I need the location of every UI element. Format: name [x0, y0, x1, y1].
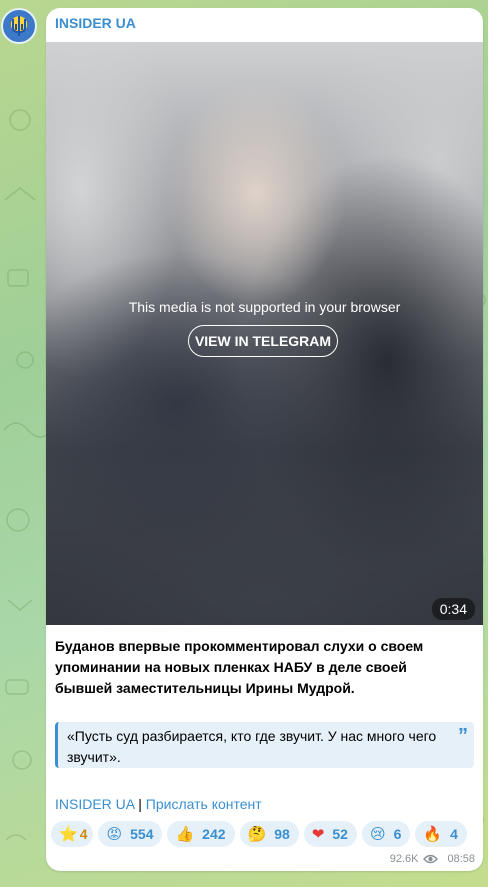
channel-link[interactable]: INSIDER UA	[55, 796, 134, 812]
submit-content-link[interactable]: Прислать контент	[146, 796, 262, 812]
eye-icon	[423, 854, 439, 864]
channel-name[interactable]: INSIDER UA	[55, 15, 136, 31]
unsupported-media-message: This media is not supported in your brow…	[128, 299, 401, 315]
reaction-count: 4	[450, 826, 458, 842]
reaction-angry[interactable]: 😡 554	[98, 821, 163, 847]
reaction-count: 554	[130, 826, 154, 842]
channel-avatar[interactable]	[1, 8, 37, 44]
message-time: 08:58	[447, 853, 475, 865]
reaction-count: 98	[274, 826, 290, 842]
post-text: Буданов впервые прокомментировал слухи о…	[55, 638, 424, 696]
fire-icon: 🔥	[423, 824, 443, 843]
reaction-count: 6	[393, 826, 402, 842]
reaction-crying[interactable]: 😢 6	[361, 821, 411, 847]
reaction-count: 4	[79, 826, 88, 842]
link-separator: |	[138, 796, 142, 812]
reaction-heart[interactable]: ❤ 52	[303, 821, 357, 847]
view-in-telegram-button[interactable]: VIEW IN TELEGRAM	[188, 325, 338, 357]
star-icon: ⭐	[59, 824, 78, 843]
crying-face-icon: 😢	[369, 824, 386, 843]
video-player[interactable]: This media is not supported in your brow…	[46, 42, 483, 625]
reaction-count: 242	[202, 826, 226, 842]
reaction-count: 52	[332, 826, 348, 842]
video-duration: 0:34	[431, 598, 475, 620]
message-bubble: INSIDER UA This media is not supported i…	[46, 8, 483, 871]
heart-icon: ❤	[311, 824, 325, 843]
trident-icon	[12, 16, 26, 36]
thumbs-up-icon: 👍	[175, 824, 195, 843]
view-count: 92.6K	[389, 853, 419, 865]
reaction-star[interactable]: ⭐ 4	[51, 821, 94, 847]
blockquote: «Пусть суд разбирается, кто где звучит. …	[55, 722, 474, 768]
post-links: INSIDER UA | Прислать контент	[55, 796, 262, 812]
quote-text: «Пусть суд разбирается, кто где звучит. …	[67, 728, 437, 765]
reactions-bar: ⭐ 4 😡 554 👍 242 🤔 98 ❤ 52 😢 6 🔥 4	[51, 821, 467, 847]
thinking-face-icon: 🤔	[247, 824, 267, 843]
message-meta: 92.6K 08:58	[390, 853, 475, 865]
reaction-thumbs-up[interactable]: 👍 242	[167, 821, 235, 847]
reaction-thinking[interactable]: 🤔 98	[239, 821, 299, 847]
quote-icon: ”	[458, 725, 468, 747]
angry-face-icon: 😡	[106, 824, 123, 843]
reaction-fire[interactable]: 🔥 4	[415, 821, 467, 847]
